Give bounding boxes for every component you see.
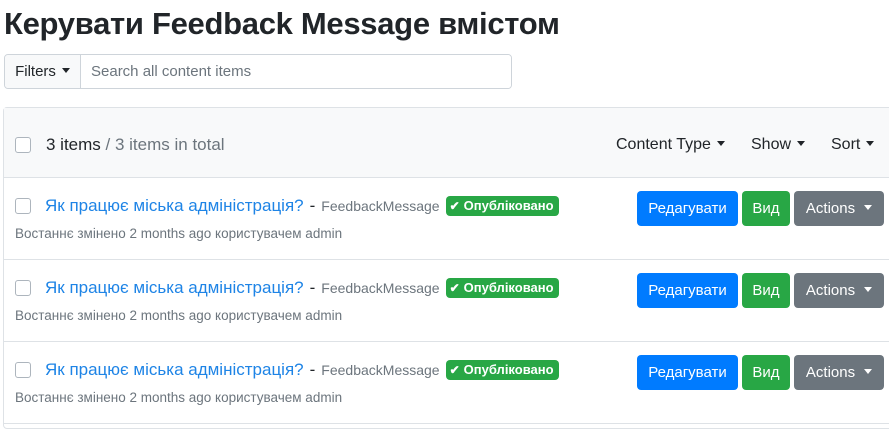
page-title: Керувати Feedback Message вмістом xyxy=(4,6,560,41)
caret-down-icon xyxy=(61,68,70,73)
items-count: 3 items / 3 items in total xyxy=(46,135,225,155)
view-button[interactable]: Вид xyxy=(742,191,790,226)
filter-bar: Filters xyxy=(4,54,512,89)
status-text: Опубліковано xyxy=(463,280,554,295)
content-type-label: Content Type xyxy=(616,136,711,153)
caret-down-icon xyxy=(866,141,875,147)
caret-down-icon xyxy=(864,369,873,374)
filters-label: Filters xyxy=(15,63,56,80)
title-separator: - xyxy=(309,196,316,215)
sort-dropdown[interactable]: Sort xyxy=(831,136,875,154)
caret-down-icon xyxy=(716,141,725,147)
check-icon: ✔ xyxy=(449,198,460,213)
actions-dropdown-button[interactable]: Actions xyxy=(794,191,884,226)
content-type-label: FeedbackMessage xyxy=(321,280,440,296)
item-checkbox[interactable] xyxy=(15,198,31,214)
item-title-link[interactable]: Як працює міська адміністрація? xyxy=(45,360,304,380)
content-type-label: FeedbackMessage xyxy=(321,362,440,378)
status-text: Опубліковано xyxy=(463,198,554,213)
item-meta: Востаннє змінено 2 months ago користувач… xyxy=(15,390,343,405)
actions-dropdown-button[interactable]: Actions xyxy=(794,273,884,308)
show-label: Show xyxy=(751,136,792,153)
caret-down-icon xyxy=(864,287,873,292)
list-item: Як працює міська адміністрація? - Feedba… xyxy=(4,260,889,342)
item-meta: Востаннє змінено 2 months ago користувач… xyxy=(15,308,343,323)
search-input[interactable] xyxy=(81,55,511,88)
actions-label: Actions xyxy=(805,364,856,381)
item-title-link[interactable]: Як працює міська адміністрація? xyxy=(45,196,304,216)
item-title-line: Як працює міська адміністрація? - Feedba… xyxy=(45,278,559,298)
status-badge: ✔ Опубліковано xyxy=(445,278,559,298)
title-separator: - xyxy=(309,360,316,379)
actions-label: Actions xyxy=(805,200,856,217)
view-button[interactable]: Вид xyxy=(742,273,790,308)
check-icon: ✔ xyxy=(449,280,460,295)
title-separator: - xyxy=(309,278,316,297)
items-total: / 3 items in total xyxy=(100,135,225,154)
caret-down-icon xyxy=(864,205,873,210)
status-badge: ✔ Опубліковано xyxy=(445,196,559,216)
status-badge: ✔ Опубліковано xyxy=(445,360,559,380)
check-icon: ✔ xyxy=(449,362,460,377)
sort-label: Sort xyxy=(831,136,861,153)
status-text: Опубліковано xyxy=(463,362,554,377)
content-items-list: 3 items / 3 items in total Content Type … xyxy=(3,107,889,429)
content-type-dropdown[interactable]: Content Type xyxy=(616,136,725,154)
item-meta: Востаннє змінено 2 months ago користувач… xyxy=(15,226,343,241)
list-header: 3 items / 3 items in total Content Type … xyxy=(4,108,889,178)
edit-button[interactable]: Редагувати xyxy=(637,191,738,226)
item-title-link[interactable]: Як працює міська адміністрація? xyxy=(45,278,304,298)
actions-label: Actions xyxy=(805,282,856,299)
select-all-checkbox[interactable] xyxy=(15,137,31,153)
item-title-line: Як працює міська адміністрація? - Feedba… xyxy=(45,360,559,380)
actions-dropdown-button[interactable]: Actions xyxy=(794,355,884,390)
edit-button[interactable]: Редагувати xyxy=(637,273,738,308)
list-item: Як працює міська адміністрація? - Feedba… xyxy=(4,178,889,260)
show-dropdown[interactable]: Show xyxy=(751,136,806,154)
caret-down-icon xyxy=(797,141,806,147)
content-type-label: FeedbackMessage xyxy=(321,198,440,214)
view-button[interactable]: Вид xyxy=(742,355,790,390)
item-title-line: Як працює міська адміністрація? - Feedba… xyxy=(45,196,559,216)
items-count-value: 3 items xyxy=(46,135,101,154)
item-checkbox[interactable] xyxy=(15,362,31,378)
item-checkbox[interactable] xyxy=(15,280,31,296)
edit-button[interactable]: Редагувати xyxy=(637,355,738,390)
filters-dropdown-button[interactable]: Filters xyxy=(5,55,81,88)
